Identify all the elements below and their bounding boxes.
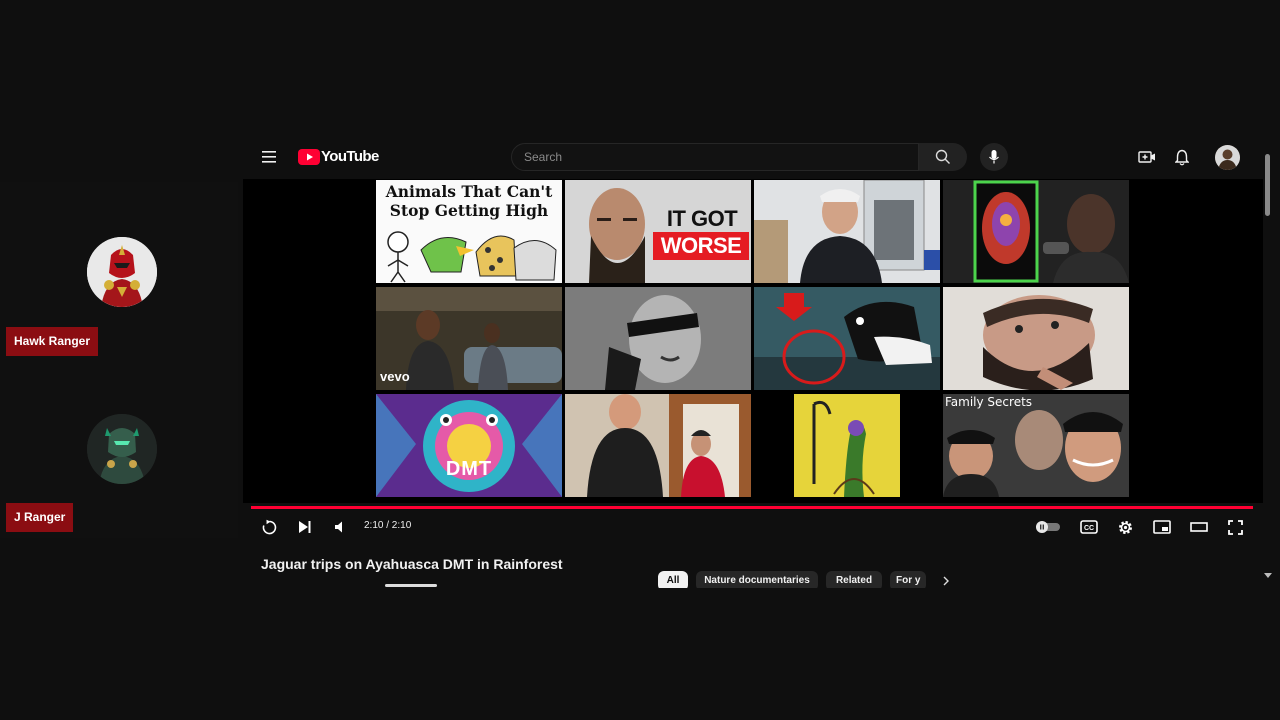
voice-search-button[interactable] (980, 143, 1008, 171)
thumbnail-it-got-worse[interactable]: IT GOT WORSE (565, 180, 751, 283)
chip-all[interactable]: All (658, 571, 688, 588)
next-icon[interactable] (297, 518, 313, 536)
player-controls: 2:10 / 2:10 CC (243, 509, 1263, 545)
time-display: 2:10 / 2:10 (364, 520, 412, 531)
volume-icon[interactable] (332, 519, 348, 535)
chip-related[interactable]: Related (826, 571, 882, 588)
page-scrollbar-thumb[interactable] (1265, 154, 1270, 216)
svg-text:CC: CC (1084, 525, 1094, 532)
thumbnail-bearded-man[interactable] (943, 287, 1129, 390)
menu-icon[interactable] (262, 149, 278, 165)
thumbnail-porch-man[interactable] (754, 180, 940, 283)
thumbnail-cat-security-cam[interactable] (754, 287, 940, 390)
thumbnail-album-art[interactable] (754, 394, 940, 497)
thumbnail-dmt[interactable]: DMT (376, 394, 562, 497)
scroll-down-arrow-icon[interactable] (1263, 571, 1273, 581)
thumbnail-title: IT GOT (666, 206, 738, 231)
youtube-logo-text[interactable]: YouTube (321, 148, 379, 165)
theater-mode-icon[interactable] (1189, 519, 1209, 535)
search-button[interactable] (919, 143, 967, 171)
thumbnail-doorway[interactable] (565, 394, 751, 497)
thumbnail-title: Animals That Can't Stop Getting High (385, 182, 553, 220)
thumbnail-title: DMT (445, 458, 493, 480)
replay-icon[interactable] (260, 518, 278, 536)
participants-panel: Hawk Ranger J Ranger (0, 182, 238, 538)
vevo-watermark: vevo (380, 369, 410, 384)
participant-name-tag: J Ranger (6, 503, 74, 532)
thumbnail-title: Family Secrets (945, 395, 1033, 409)
captions-icon[interactable]: CC (1079, 519, 1099, 535)
bell-icon[interactable] (1174, 148, 1190, 166)
j-ranger-avatar (87, 414, 157, 484)
thumbnail-sunglasses-man[interactable] (565, 287, 751, 390)
search-icon (935, 149, 950, 164)
account-avatar[interactable] (1215, 145, 1240, 170)
thumbnail-music-video[interactable]: vevo (376, 287, 562, 390)
video-title[interactable]: Jaguar trips on Ayahuasca DMT in Rainfor… (261, 556, 563, 572)
video-player[interactable]: Animals That Can't Stop Getting High IT … (243, 179, 1263, 503)
chip-for-you[interactable]: For y (890, 571, 926, 588)
chip-nature-documentaries[interactable]: Nature documentaries (696, 571, 818, 588)
create-icon[interactable] (1138, 149, 1156, 165)
search-input[interactable]: Search (511, 143, 919, 171)
hawk-ranger-avatar (87, 237, 157, 307)
participant-name-tag: Hawk Ranger (6, 327, 99, 356)
youtube-logo-icon[interactable] (298, 149, 320, 165)
autoplay-toggle[interactable] (1035, 520, 1061, 534)
youtube-header: YouTube Search (243, 138, 1263, 178)
thumbnail-podcast[interactable] (943, 180, 1129, 283)
settings-gear-icon[interactable] (1116, 518, 1134, 536)
fullscreen-icon[interactable] (1226, 519, 1244, 535)
search-placeholder: Search (524, 150, 563, 164)
thumbnail-family-secrets[interactable]: Family Secrets (943, 394, 1129, 497)
mic-icon (989, 150, 999, 164)
youtube-window: YouTube Search Animals That Can't Stop G… (243, 138, 1263, 588)
channel-row-fragment (385, 584, 437, 587)
chips-next-chevron-icon[interactable] (940, 575, 952, 587)
miniplayer-icon[interactable] (1152, 519, 1172, 535)
thumbnail-title-highlight: WORSE (653, 232, 749, 260)
thumbnail-animals-high[interactable]: Animals That Can't Stop Getting High (376, 180, 562, 283)
